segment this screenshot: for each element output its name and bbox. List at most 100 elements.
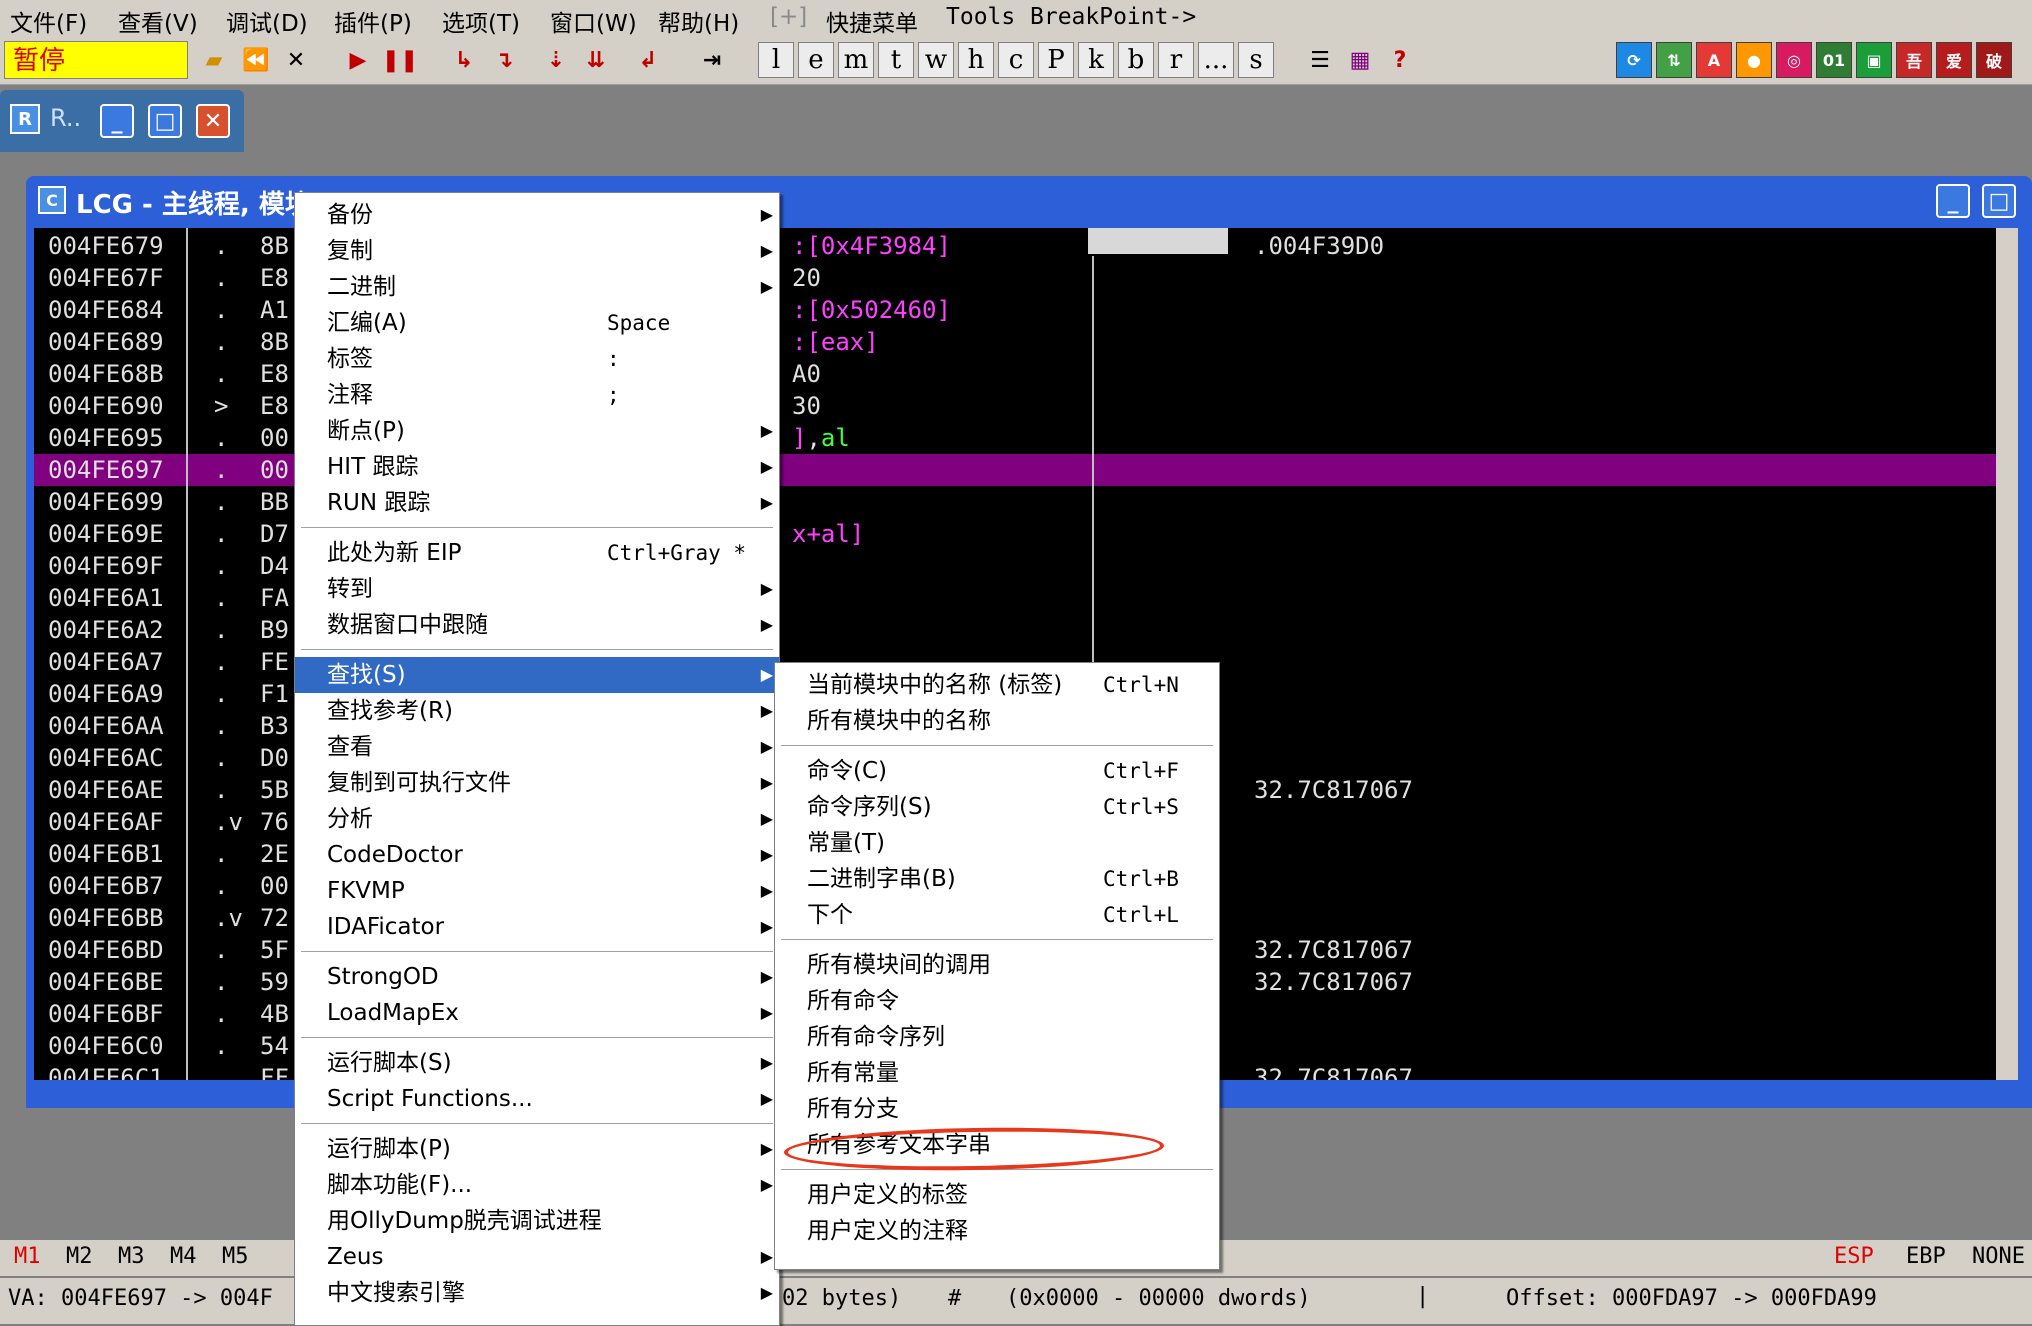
close-process-icon[interactable]: ✕ bbox=[278, 42, 314, 78]
context-menu-item[interactable]: 此处为新 EIP Ctrl+Gray * bbox=[295, 535, 779, 571]
binary-icon[interactable]: 01 bbox=[1816, 42, 1852, 78]
context-menu-item[interactable]: 运行脚本(P) ▶ bbox=[295, 1131, 779, 1167]
marker-m4[interactable]: M4 bbox=[170, 1244, 197, 1269]
context-menu-item[interactable]: 查找参考(R) ▶ bbox=[295, 693, 779, 729]
marker-m2[interactable]: M2 bbox=[66, 1244, 93, 1269]
submenu-item[interactable]: 所有模块中的名称 bbox=[775, 703, 1219, 739]
po-icon[interactable]: 破 bbox=[1976, 42, 2012, 78]
target-icon[interactable]: ◎ bbox=[1776, 42, 1812, 78]
close-button[interactable]: ✕ bbox=[196, 104, 230, 138]
references-button[interactable]: r bbox=[1158, 42, 1194, 78]
pause-icon[interactable]: ❚❚ bbox=[382, 42, 418, 78]
reg-esp[interactable]: ESP bbox=[1834, 1244, 1874, 1269]
menu-tools[interactable]: Tools bbox=[946, 4, 1015, 30]
source-button[interactable]: s bbox=[1238, 42, 1274, 78]
context-menu-item[interactable]: 二进制 ▶ bbox=[295, 269, 779, 305]
menu-help[interactable]: 帮助(H) bbox=[658, 4, 739, 38]
submenu-item[interactable]: 二进制字串(B) Ctrl+B bbox=[775, 861, 1219, 897]
open-folder-icon[interactable]: ▰ bbox=[196, 42, 232, 78]
menu-shortcuts[interactable]: 快捷菜单 bbox=[826, 4, 918, 38]
marker-m1[interactable]: M1 bbox=[14, 1244, 41, 1269]
submenu-item[interactable]: 命令序列(S) Ctrl+S bbox=[775, 789, 1219, 825]
menu-expand[interactable]: [+] bbox=[770, 4, 807, 30]
menu-window[interactable]: 窗口(W) bbox=[550, 4, 637, 38]
handles-button[interactable]: h bbox=[958, 42, 994, 78]
context-menu-item[interactable]: 分析 ▶ bbox=[295, 801, 779, 837]
context-menu-item[interactable]: StrongOD ▶ bbox=[295, 959, 779, 995]
menu-options[interactable]: 选项(T) bbox=[442, 4, 520, 38]
execute-till-return-icon[interactable]: ↲ bbox=[630, 42, 666, 78]
record-icon[interactable]: ● bbox=[1736, 42, 1772, 78]
menu-debug[interactable]: 调试(D) bbox=[226, 4, 308, 38]
reg-ebp[interactable]: EBP bbox=[1906, 1244, 1946, 1269]
rewind-icon[interactable]: ⏪ bbox=[238, 42, 274, 78]
log-window-button[interactable]: l bbox=[758, 42, 794, 78]
context-menu-item[interactable]: IDAFicator ▶ bbox=[295, 909, 779, 945]
context-menu-item[interactable]: 脚本功能(F)... ▶ bbox=[295, 1167, 779, 1203]
refresh-icon[interactable]: ⟳ bbox=[1616, 42, 1652, 78]
context-menu-item[interactable]: HIT 跟踪 ▶ bbox=[295, 449, 779, 485]
marker-m5[interactable]: M5 bbox=[222, 1244, 249, 1269]
executable-modules-button[interactable]: e bbox=[798, 42, 834, 78]
context-menu-item[interactable]: 查找(S) ▶ bbox=[295, 657, 779, 693]
trace-over-icon[interactable]: ⇊ bbox=[578, 42, 614, 78]
cpu-minimize-button[interactable]: _ bbox=[1936, 184, 1970, 218]
ai-icon[interactable]: 爱 bbox=[1936, 42, 1972, 78]
maximize-button[interactable]: □ bbox=[148, 104, 182, 138]
cpu-maximize-button[interactable]: □ bbox=[1982, 184, 2016, 218]
windows-button[interactable]: w bbox=[918, 42, 954, 78]
list-icon[interactable]: ☰ bbox=[1302, 42, 1338, 78]
context-menu-item[interactable]: 标签: bbox=[295, 341, 779, 377]
vertical-scrollbar[interactable] bbox=[1996, 228, 2018, 1080]
context-menu-item[interactable]: CodeDoctor ▶ bbox=[295, 837, 779, 873]
sort-icon[interactable]: ⇅ bbox=[1656, 42, 1692, 78]
context-menu-item[interactable]: FKVMP ▶ bbox=[295, 873, 779, 909]
context-menu-item[interactable]: 注释; bbox=[295, 377, 779, 413]
cpu-button[interactable]: c bbox=[998, 42, 1034, 78]
submenu-item[interactable]: 用户定义的标签 bbox=[775, 1177, 1219, 1213]
submenu-item[interactable]: 所有命令序列 bbox=[775, 1019, 1219, 1055]
memory-map-button[interactable]: m bbox=[838, 42, 874, 78]
menu-breakpoint[interactable]: BreakPoint-> bbox=[1030, 4, 1196, 30]
minimize-button[interactable]: _ bbox=[100, 104, 134, 138]
context-menu-item[interactable]: 转到 ▶ bbox=[295, 571, 779, 607]
menu-plugins[interactable]: 插件(P) bbox=[334, 4, 412, 38]
minimized-window[interactable]: R R.. _ □ ✕ bbox=[0, 90, 244, 152]
reg-none[interactable]: NONE bbox=[1972, 1244, 2025, 1269]
breakpoints-button[interactable]: b bbox=[1118, 42, 1154, 78]
trace-into-icon[interactable]: ⇣ bbox=[538, 42, 574, 78]
submenu-item[interactable]: 所有命令 bbox=[775, 983, 1219, 1019]
context-menu-item[interactable]: Zeus ▶ bbox=[295, 1239, 779, 1275]
menu-file[interactable]: 文件(F) bbox=[10, 4, 87, 38]
menu-view[interactable]: 查看(V) bbox=[118, 4, 198, 38]
context-menu-item[interactable]: 备份 ▶ bbox=[295, 197, 779, 233]
submenu-item[interactable]: 所有常量 bbox=[775, 1055, 1219, 1091]
context-menu-item[interactable]: Script Functions... ▶ bbox=[295, 1081, 779, 1117]
threads-button[interactable]: t bbox=[878, 42, 914, 78]
help-button[interactable]: ? bbox=[1382, 42, 1418, 78]
run-trace-button[interactable]: ... bbox=[1198, 42, 1234, 78]
context-menu-item[interactable]: LoadMapEx ▶ bbox=[295, 995, 779, 1031]
a-icon[interactable]: A bbox=[1696, 42, 1732, 78]
grid-icon[interactable]: ▦ bbox=[1342, 42, 1378, 78]
context-menu-item[interactable]: 查看 ▶ bbox=[295, 729, 779, 765]
submenu-item[interactable]: 当前模块中的名称 (标签) Ctrl+N bbox=[775, 667, 1219, 703]
run-icon[interactable]: ▶ bbox=[340, 42, 376, 78]
step-into-icon[interactable]: ↳ bbox=[446, 42, 482, 78]
submenu-item[interactable]: 用户定义的注释 bbox=[775, 1213, 1219, 1249]
context-menu-item[interactable]: 运行脚本(S) ▶ bbox=[295, 1045, 779, 1081]
step-over-icon[interactable]: ↴ bbox=[486, 42, 522, 78]
context-menu-item[interactable]: 复制到可执行文件 ▶ bbox=[295, 765, 779, 801]
submenu-item[interactable]: 下个 Ctrl+L bbox=[775, 897, 1219, 933]
chip-icon[interactable]: ▣ bbox=[1856, 42, 1892, 78]
submenu-item[interactable]: 所有分支 bbox=[775, 1091, 1219, 1127]
context-menu-item[interactable]: RUN 跟踪 ▶ bbox=[295, 485, 779, 521]
submenu-item[interactable]: 常量(T) bbox=[775, 825, 1219, 861]
context-menu-item[interactable]: 复制 ▶ bbox=[295, 233, 779, 269]
go-to-icon[interactable]: ⇥ bbox=[694, 42, 730, 78]
marker-m3[interactable]: M3 bbox=[118, 1244, 145, 1269]
wu-icon[interactable]: 吾 bbox=[1896, 42, 1932, 78]
context-menu-item[interactable]: 数据窗口中跟随 ▶ bbox=[295, 607, 779, 643]
call-stack-button[interactable]: k bbox=[1078, 42, 1114, 78]
submenu-item[interactable]: 命令(C) Ctrl+F bbox=[775, 753, 1219, 789]
